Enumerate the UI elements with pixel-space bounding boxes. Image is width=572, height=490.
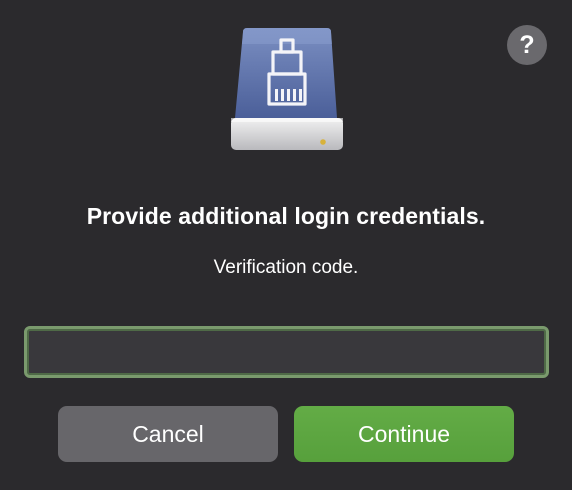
dialog-subtitle: Verification code. — [213, 257, 359, 278]
network-drive-icon — [231, 28, 343, 150]
verification-code-input[interactable] — [24, 326, 549, 378]
credentials-dialog: ? Provide additional login credentials. … — [0, 0, 572, 490]
continue-button-label: Continue — [357, 420, 451, 447]
help-label: ? — [519, 30, 535, 59]
help-button[interactable]: ? — [507, 25, 547, 65]
cancel-button[interactable]: Cancel — [58, 406, 278, 462]
dialog-title: Provide additional login credentials. — [86, 203, 486, 229]
continue-button[interactable]: Continue — [294, 406, 514, 462]
cancel-button-label: Cancel — [132, 420, 204, 447]
